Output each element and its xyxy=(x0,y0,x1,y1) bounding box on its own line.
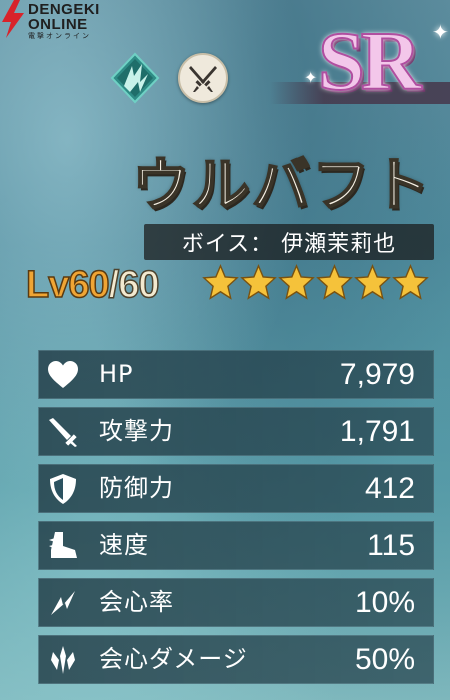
star-icon xyxy=(316,264,353,300)
star-icon xyxy=(278,264,315,300)
voice-actor-label: ボイス： 伊瀬茉莉也 xyxy=(181,232,397,257)
rarity-badge: SR xyxy=(317,15,422,108)
star-rating xyxy=(202,264,429,301)
dual-daggers-icon xyxy=(189,66,217,92)
stat-row-defense: 防御力 412 xyxy=(38,464,434,513)
sparkle-icon: ✦ xyxy=(432,20,449,44)
star-icon xyxy=(202,264,239,300)
stat-value: 1,791 xyxy=(339,415,415,448)
stat-row-speed: 速度 115 xyxy=(38,521,434,570)
stat-value: 50% xyxy=(354,643,415,676)
stat-label: 会心率 xyxy=(99,588,174,616)
boot-icon xyxy=(49,532,77,558)
level-max: 60 xyxy=(117,263,160,307)
star-icon xyxy=(392,264,429,300)
level-separator: / xyxy=(108,263,120,307)
stat-row-hp: HP 7,979 xyxy=(38,350,434,399)
stat-value: 115 xyxy=(367,529,415,562)
level-display: Lv60/60 xyxy=(25,262,160,308)
logo-line-3: 電撃オンライン xyxy=(28,33,91,40)
level-prefix: Lv xyxy=(25,263,70,307)
dengeki-online-logo: DENGEKI ONLINE 電撃オンライン xyxy=(0,0,100,40)
stat-label: 会心ダメージ xyxy=(99,645,248,673)
stats-panel: HP 7,979 攻撃力 1,791 防御力 412 速度 115 会心率 10… xyxy=(38,350,434,692)
heart-icon xyxy=(48,361,78,388)
stat-label: 防御力 xyxy=(99,474,174,502)
stat-value: 10% xyxy=(354,586,415,619)
stat-row-crit-damage: 会心ダメージ 50% xyxy=(38,635,434,684)
voice-actor-plate: ボイス： 伊瀬茉莉也 xyxy=(144,224,434,260)
stat-value: 7,979 xyxy=(339,358,415,391)
stat-value: 412 xyxy=(364,472,415,505)
character-name: ウルバフト xyxy=(131,150,432,220)
logo-line-1: DENGEKI xyxy=(28,1,100,18)
star-icon xyxy=(240,264,277,300)
logo-line-2: ONLINE xyxy=(28,16,88,33)
star-icon xyxy=(354,264,391,300)
stat-row-crit-rate: 会心率 10% xyxy=(38,578,434,627)
stat-row-attack: 攻撃力 1,791 xyxy=(38,407,434,456)
wind-element-icon xyxy=(110,52,160,104)
level-current: 60 xyxy=(68,263,111,307)
sword-icon xyxy=(49,418,77,447)
stat-label: 攻撃力 xyxy=(99,417,174,445)
sparkle-icon: ✦ xyxy=(304,68,318,87)
lightning-bolt-icon xyxy=(2,0,24,38)
shield-icon xyxy=(50,474,76,504)
critical-icon xyxy=(51,591,75,615)
stat-label: HP xyxy=(99,360,134,388)
stat-label: 速度 xyxy=(99,531,149,559)
weapon-type-badge xyxy=(178,53,228,103)
critical-damage-icon xyxy=(51,646,75,674)
